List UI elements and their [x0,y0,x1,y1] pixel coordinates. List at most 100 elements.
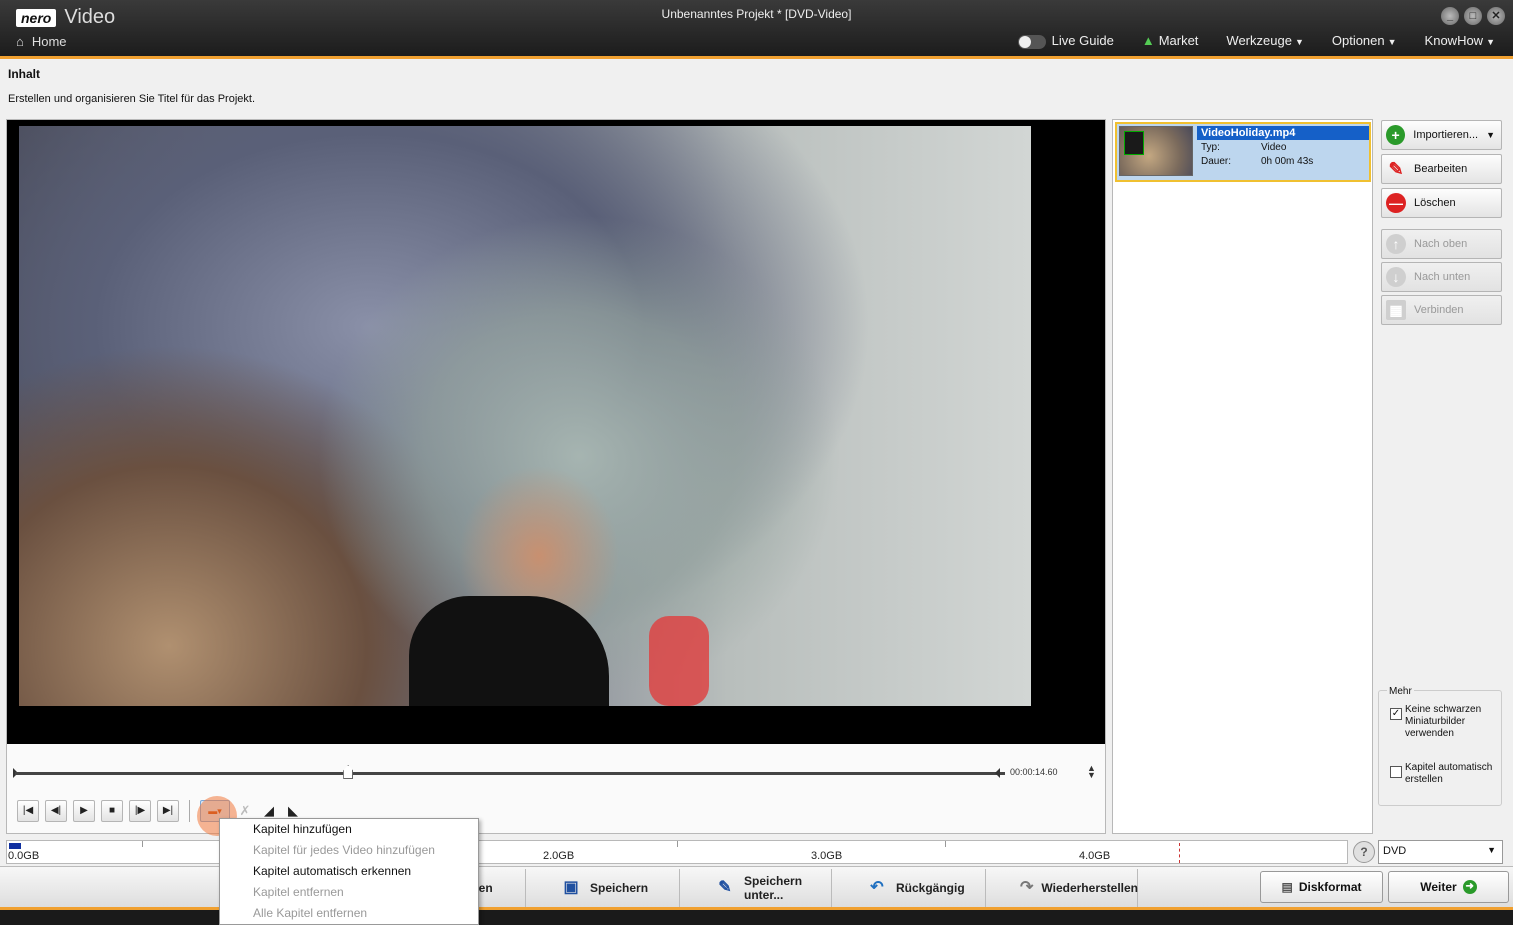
undo-label: Rückgängig [896,881,965,895]
capacity-tick [142,841,143,847]
page-subtitle: Erstellen und organisieren Sie Titel für… [8,93,256,105]
chevron-down-icon: ▼ [1387,37,1397,48]
menu-item-remove-all-chapters[interactable]: Alle Kapitel entfernen [220,903,478,924]
page-title: Inhalt [8,67,40,81]
save-as-label: Speichern unter... [744,874,803,902]
knowhow-label: KnowHow [1424,33,1484,49]
video-preview [7,120,1105,744]
chevron-down-icon: ▼ [1487,845,1496,855]
save-as-icon: ✎ [718,879,732,896]
video-thumbnail [1119,126,1193,176]
separator [189,800,190,822]
title-type-row: Typ: Video [1201,142,1286,153]
capacity-label: 0.0GB [8,850,40,862]
minimize-button[interactable]: _ [1441,7,1459,25]
home-icon: ⌂ [16,34,24,49]
checkbox-unchecked[interactable] [1390,766,1402,778]
capacity-label: 3.0GB [811,850,843,862]
import-button[interactable]: + Importieren... ▼ [1381,120,1502,150]
chevron-down-icon: ▼ [1486,37,1495,48]
capacity-tick [945,841,946,847]
more-options-label: Mehr [1387,686,1414,697]
play-icon[interactable]: ▶ [73,800,95,822]
capacity-tick [677,841,678,847]
market-label: Market [1158,33,1199,49]
chapter-context-menu: Kapitel hinzufügen Kapitel für jedes Vid… [219,818,479,925]
auto-chapters-option[interactable]: Kapitel automatisch erstellen [1390,762,1501,786]
capacity-label: 4.0GB [1079,850,1111,862]
move-down-button[interactable]: ↓ Nach unten [1381,262,1502,292]
delete-button[interactable]: — Löschen [1381,188,1502,218]
capacity-used-fill [9,843,21,849]
capacity-label: 2.0GB [543,850,575,862]
skip-to-start-icon[interactable]: |◀ [17,800,39,822]
disc-format-icon: ▤ [1281,880,1293,894]
market-button[interactable]: ▲ Market [1142,33,1199,48]
menu-item-remove-chapter[interactable]: Kapitel entfernen [220,882,478,903]
type-value: Video [1261,142,1287,153]
undo-icon: ↶ [870,879,884,896]
save-button[interactable]: ▣ Speichern [526,869,680,907]
undo-button[interactable]: ↶ Rückgängig [832,869,986,907]
maximize-button[interactable]: □ [1464,7,1482,25]
optionen-menu[interactable]: Optionen ▼ [1332,33,1397,48]
disc-capacity-bar: 0.0GB 2.0GB 3.0GB 4.0GB [6,840,1348,864]
move-up-label: Nach oben [1414,238,1468,250]
home-label: Home [31,34,67,49]
disc-format-button[interactable]: ▤ Diskformat [1260,871,1383,903]
menu-item-auto-detect-chapters[interactable]: Kapitel automatisch erkennen [220,861,478,882]
chevron-down-icon: ▼ [1486,130,1495,140]
timeline-end-marker[interactable] [995,768,1000,778]
import-label: Importieren... [1413,129,1479,141]
video-frame [19,126,1031,706]
live-guide-label: Live Guide [1051,33,1114,48]
duration-value: 0h 00m 43s [1261,156,1314,167]
step-forward-icon[interactable]: |▶ [129,800,151,822]
disc-type-value: DVD [1383,845,1407,857]
home-link[interactable]: ⌂ Home [16,34,67,49]
floppy-icon: ▣ [563,879,579,896]
checkbox-checked[interactable]: ✓ [1390,708,1402,720]
top-nav: Live Guide ▲ Market Werkzeuge ▼ Optionen ▼ … [1017,33,1495,49]
video-content-shape [649,616,709,706]
stop-icon[interactable]: ■ [101,800,123,822]
help-icon[interactable]: ? [1353,841,1375,863]
type-label: Typ: [1201,142,1220,153]
close-button[interactable]: ✕ [1487,7,1505,25]
join-label: Verbinden [1414,304,1464,316]
skip-to-end-icon[interactable]: ▶| [157,800,179,822]
join-icon: ▦ [1386,300,1406,320]
knowhow-menu[interactable]: KnowHow ▼ [1425,33,1495,48]
toggle-icon [1017,34,1046,49]
timeline-handle[interactable] [343,765,354,779]
next-button[interactable]: Weiter ➜ [1388,871,1509,903]
edit-button[interactable]: ✎ Bearbeiten [1381,154,1502,184]
no-black-thumbnails-option[interactable]: ✓ Keine schwarzen Miniaturbilder verwend… [1390,704,1501,740]
video-content-shape [409,596,609,706]
menu-item-add-chapter[interactable]: Kapitel hinzufügen [220,819,478,840]
list-item[interactable]: VideoHoliday.mp4 Typ: Video Dauer: 0h 00m … [1115,122,1371,182]
werkzeuge-menu[interactable]: Werkzeuge ▼ [1226,33,1303,48]
live-guide-toggle[interactable]: Live Guide [1017,33,1114,49]
step-back-icon[interactable]: ◀| [45,800,67,822]
window-controls: _ □ ✕ [1441,7,1505,25]
join-button[interactable]: ▦ Verbinden [1381,295,1502,325]
move-up-button[interactable]: ↑ Nach oben [1381,229,1502,259]
arrow-down-icon: ↓ [1386,267,1406,287]
redo-label: Wiederherstellen [1041,881,1138,895]
disc-type-select[interactable]: DVD ▼ [1378,840,1503,864]
arrow-up-icon: ↑ [1386,234,1406,254]
pencil-icon: ✎ [1388,159,1404,179]
redo-icon: ↷ [1020,879,1034,896]
menu-item-add-chapter-each-video[interactable]: Kapitel für jedes Video hinzufügen [220,840,478,861]
save-as-button[interactable]: ✎ Speichern unter... [680,869,832,907]
plus-icon: + [1386,125,1406,145]
option-label: Kapitel automatisch erstellen [1405,762,1493,785]
timecode-display: 00:00:14.60 [1010,767,1058,777]
edit-label: Bearbeiten [1414,163,1468,175]
redo-button[interactable]: ↷ Wiederherstellen [986,869,1138,907]
playback-timeline[interactable] [15,772,1005,775]
timecode-spinner[interactable]: ▲ ▼ [1087,764,1096,780]
title-filename: VideoHoliday.mp4 [1197,126,1369,140]
capacity-limit-marker [1179,843,1180,863]
